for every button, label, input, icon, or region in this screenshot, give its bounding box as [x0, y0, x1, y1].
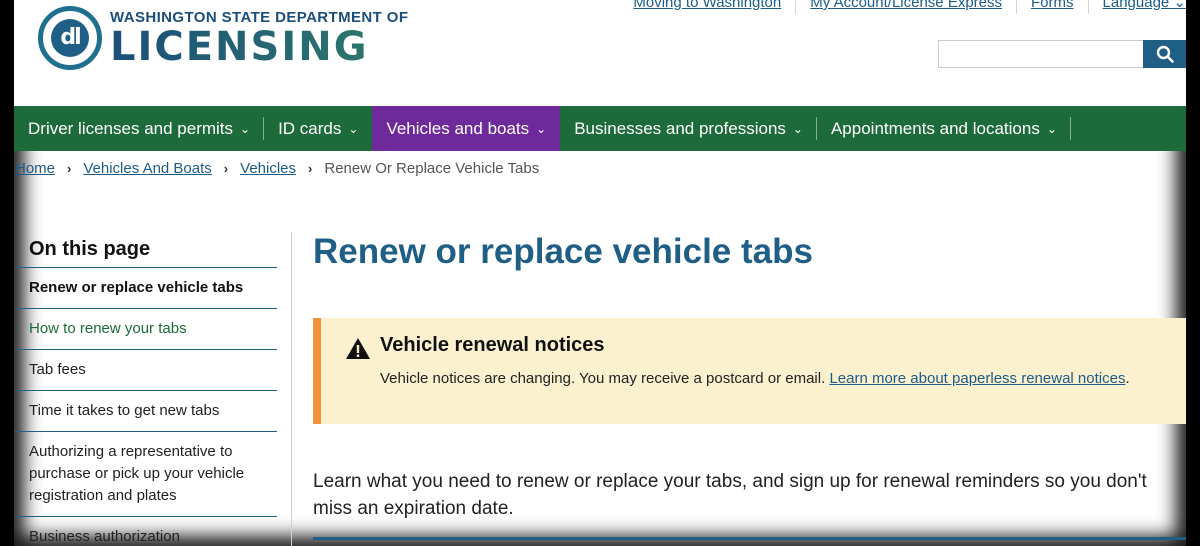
chevron-down-icon: ⌄ [792, 121, 803, 136]
breadcrumb-home[interactable]: Home [15, 160, 55, 177]
paperless-renewal-link[interactable]: Learn more about paperless renewal notic… [829, 370, 1125, 387]
logo-letters: dl [60, 25, 81, 50]
sidebar-item-authorizing-representative[interactable]: Authorizing a representative to purchase… [14, 432, 277, 517]
renewal-notice-alert: Vehicle renewal notices Vehicle notices … [313, 318, 1186, 424]
chevron-down-icon: ⌄ [536, 121, 547, 136]
breadcrumb-separator-icon: › [223, 161, 229, 176]
search-button[interactable] [1143, 40, 1186, 68]
nav-label: Driver licenses and permits [28, 118, 234, 138]
sidebar-item-tab-fees[interactable]: Tab fees [14, 350, 277, 391]
sidebar-item-business-authorization[interactable]: Business authorization [14, 517, 277, 546]
search-form [938, 40, 1186, 68]
alert-body-text: Vehicle notices are changing. You may re… [380, 370, 830, 387]
nav-label: Appointments and locations [830, 118, 1040, 138]
utility-link-forms[interactable]: Forms [1017, 0, 1089, 14]
nav-label: ID cards [278, 118, 342, 138]
sidebar-item-time-to-get-tabs[interactable]: Time it takes to get new tabs [14, 391, 277, 432]
alert-body-trail: . [1125, 370, 1130, 387]
logo-line2: LICENSING [110, 27, 408, 67]
utility-link-moving[interactable]: Moving to Washington [619, 0, 797, 14]
logo-mark-icon: dl [38, 6, 102, 70]
warning-icon [346, 338, 370, 359]
nav-label: Businesses and professions [574, 118, 786, 138]
chevron-down-icon: ⌄ [1046, 121, 1057, 136]
chevron-down-icon: ⌄ [348, 121, 359, 136]
breadcrumb-separator-icon: › [308, 161, 313, 176]
breadcrumb-vehicles-and-boats[interactable]: Vehicles And Boats [83, 160, 211, 177]
page-title: Renew or replace vehicle tabs [313, 232, 813, 271]
nav-item-id-cards[interactable]: ID cards ⌄ [264, 106, 372, 151]
search-icon [1156, 45, 1174, 63]
site-header: dl WASHINGTON STATE DEPARTMENT OF LICENS… [14, 0, 1186, 106]
sidebar-divider [291, 232, 292, 546]
nav-item-driver-licenses[interactable]: Driver licenses and permits ⌄ [14, 106, 265, 151]
nav-item-vehicles-boats[interactable]: Vehicles and boats ⌄ [372, 106, 561, 151]
intro-paragraph: Learn what you need to renew or replace … [313, 471, 1147, 519]
sidebar-item-how-to-renew[interactable]: How to renew your tabs [14, 309, 277, 350]
utility-link-language[interactable]: Language ⌄ [1089, 0, 1186, 14]
utility-link-account[interactable]: My Account/License Express [796, 0, 1018, 14]
section-divider [313, 537, 1186, 540]
chevron-down-icon: ⌄ [240, 121, 251, 136]
page: dl WASHINGTON STATE DEPARTMENT OF LICENS… [14, 0, 1186, 546]
dol-logo[interactable]: dl WASHINGTON STATE DEPARTMENT OF LICENS… [38, 6, 408, 70]
screenshot-frame: dl WASHINGTON STATE DEPARTMENT OF LICENS… [0, 0, 1200, 546]
nav-label: Vehicles and boats [386, 118, 530, 138]
nav-item-appointments[interactable]: Appointments and locations ⌄ [817, 106, 1071, 151]
alert-body: Vehicle notices are changing. You may re… [380, 368, 1150, 389]
sidebar-item-renew-replace[interactable]: Renew or replace vehicle tabs [14, 268, 277, 309]
utility-nav: Moving to Washington My Account/License … [619, 0, 1186, 14]
main-content: Renew or replace vehicle tabs Vehicle re… [313, 232, 1186, 540]
main-nav: Driver licenses and permits ⌄ ID cards ⌄… [14, 106, 1186, 151]
on-this-page-sidebar: On this page Renew or replace vehicle ta… [14, 232, 277, 546]
breadcrumb-separator-icon: › [67, 161, 72, 176]
breadcrumb: Home › Vehicles And Boats › Vehicles › R… [15, 160, 539, 177]
breadcrumb-vehicles[interactable]: Vehicles [240, 160, 296, 177]
search-input[interactable] [938, 40, 1143, 68]
alert-title: Vehicle renewal notices [380, 334, 605, 356]
breadcrumb-current: Renew Or Replace Vehicle Tabs [324, 160, 540, 177]
nav-item-businesses[interactable]: Businesses and professions ⌄ [560, 106, 817, 151]
logo-text: WASHINGTON STATE DEPARTMENT OF LICENSING [110, 9, 408, 67]
sidebar-title: On this page [14, 232, 277, 268]
